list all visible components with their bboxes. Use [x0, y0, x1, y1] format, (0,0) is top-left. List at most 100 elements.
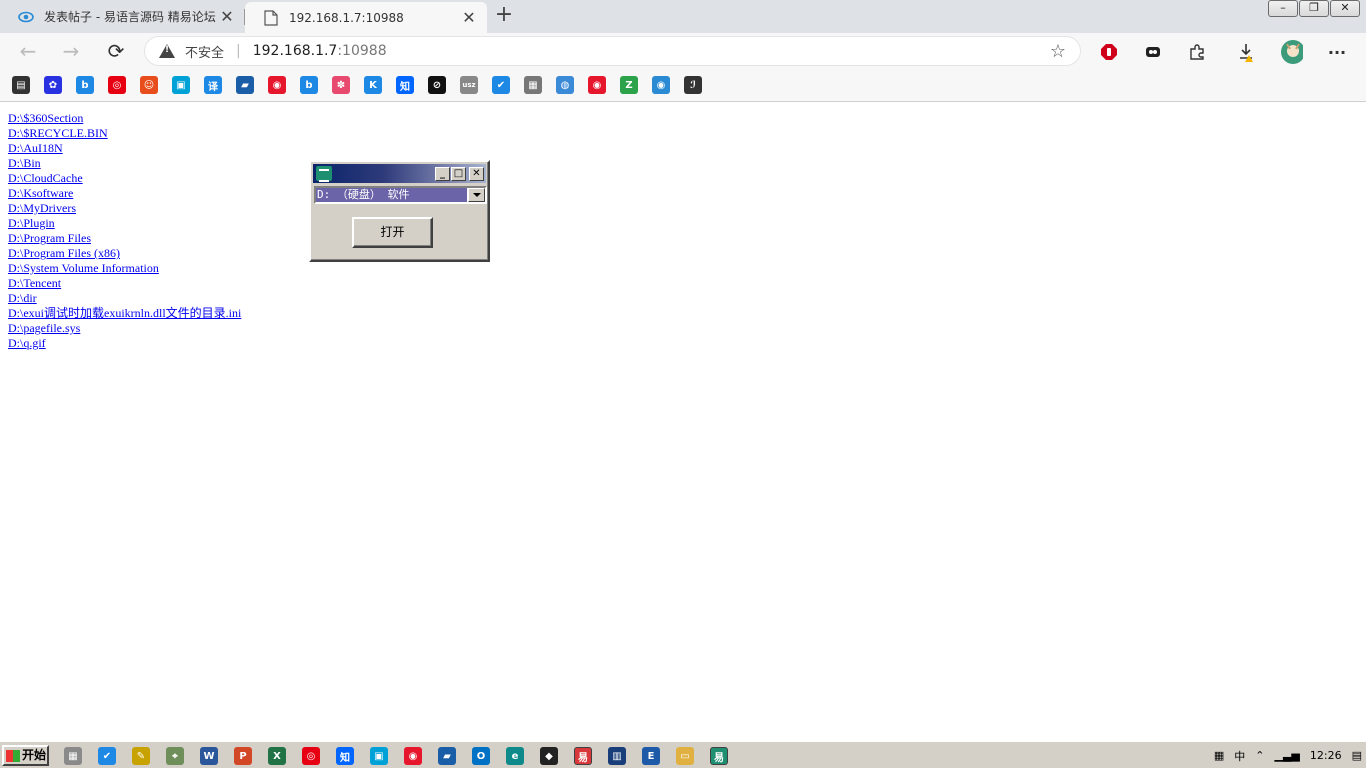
taskbar-bilibili-icon[interactable]: ▣: [370, 747, 388, 765]
ime-icon[interactable]: ▦: [1214, 749, 1224, 762]
restore-button[interactable]: ❐: [1299, 0, 1329, 17]
taskbar-e-icon[interactable]: E: [642, 747, 660, 765]
tab-forum[interactable]: 发表帖子 - 易语言源码 精易论坛 ✕: [0, 0, 245, 33]
taskbar-outlook-icon[interactable]: O: [472, 747, 490, 765]
bookmark-weibo-icon[interactable]: ◉: [268, 76, 286, 94]
url-host: 192.168.1.7: [252, 43, 338, 59]
show-desktop-icon[interactable]: ▤: [1352, 749, 1362, 762]
dialog-minimize-button[interactable]: _: [435, 167, 450, 181]
file-link[interactable]: D:\System Volume Information: [8, 261, 241, 276]
bookmark-apps-icon[interactable]: ▤: [12, 76, 30, 94]
taskbar-edge-icon[interactable]: e: [506, 747, 524, 765]
new-tab-button[interactable]: +: [492, 4, 516, 28]
download-icon[interactable]: [1236, 41, 1258, 63]
bookmark-usz-icon[interactable]: usz: [460, 76, 478, 94]
bookmark-translate-icon[interactable]: 译: [204, 76, 222, 94]
file-link[interactable]: D:\Bin: [8, 156, 241, 171]
tab-title: 发表帖子 - 易语言源码 精易论坛: [44, 10, 216, 24]
taskbar-eyuyan-icon[interactable]: 易: [574, 747, 592, 765]
back-button[interactable]: ←: [15, 38, 41, 64]
bookmark-flower-icon[interactable]: ✽: [332, 76, 350, 94]
file-link[interactable]: D:\MyDrivers: [8, 201, 241, 216]
bookmark-k-icon[interactable]: K: [364, 76, 382, 94]
close-window-button[interactable]: ✕: [1330, 0, 1360, 17]
file-link[interactable]: D:\pagefile.sys: [8, 321, 241, 336]
bookmarks-bar: ▤ ✿ b ◎ ☺ ▣ 译 ▰ ◉ b ✽ K 知 ⊘ usz ✔ ▦ ◍ ◉ Z ◉ ℐ: [0, 69, 1366, 102]
taskbar-word-icon[interactable]: W: [200, 747, 218, 765]
bookmark-bing2-icon[interactable]: b: [300, 76, 318, 94]
taskbar-app-icon[interactable]: 易: [710, 747, 728, 765]
file-link[interactable]: D:\AuI18N: [8, 141, 241, 156]
taskbar-folder-icon[interactable]: ▭: [676, 747, 694, 765]
bookmark-eye-icon[interactable]: ◉: [652, 76, 670, 94]
refresh-button[interactable]: ⟳: [103, 38, 129, 64]
bookmark-bing-icon[interactable]: b: [76, 76, 94, 94]
bookmark-baidu-icon[interactable]: ✿: [44, 76, 62, 94]
bookmark-netease-icon[interactable]: ◎: [108, 76, 126, 94]
taskbar-zhihu-icon[interactable]: 知: [336, 747, 354, 765]
taskbar-excel-icon[interactable]: X: [268, 747, 286, 765]
taskbar-map-icon[interactable]: ⌖: [166, 747, 184, 765]
bookmark-bilibili-icon[interactable]: ▣: [172, 76, 190, 94]
chevron-up-icon[interactable]: ⌃: [1255, 749, 1264, 762]
file-link[interactable]: D:\$RECYCLE.BIN: [8, 126, 241, 141]
browser-tab-strip: 发表帖子 - 易语言源码 精易论坛 ✕ 192.168.1.7:10988 ✕ …: [0, 0, 1366, 33]
tab-local-server[interactable]: 192.168.1.7:10988 ✕: [245, 2, 487, 33]
taskbar-inkscape-icon[interactable]: ◆: [540, 747, 558, 765]
taskbar-check-icon[interactable]: ✔: [98, 747, 116, 765]
bookmark-check-icon[interactable]: ✔: [492, 76, 510, 94]
signal-icon[interactable]: ▁▃▅: [1275, 749, 1300, 762]
file-link[interactable]: D:\Program Files: [8, 231, 241, 246]
more-menu-icon[interactable]: ···: [1326, 41, 1348, 63]
tab-close-icon[interactable]: ✕: [217, 7, 237, 26]
taskbar-docs-icon[interactable]: ▦: [64, 747, 82, 765]
bookmark-noentry-icon[interactable]: ⊘: [428, 76, 446, 94]
clock[interactable]: 12:26: [1310, 749, 1342, 762]
chevron-down-icon[interactable]: [468, 188, 485, 202]
security-label[interactable]: 不安全: [185, 42, 224, 61]
start-button[interactable]: 开始: [2, 745, 49, 766]
favorite-star-icon[interactable]: ☆: [1050, 41, 1066, 62]
windows-flag-icon: [6, 749, 20, 762]
bookmark-script-icon[interactable]: ℐ: [684, 76, 702, 94]
file-link[interactable]: D:\dir: [8, 291, 241, 306]
file-link[interactable]: D:\exui调试时加载exuikrnln.dll文件的目录.ini: [8, 306, 241, 321]
drive-select[interactable]: D: （硬盘） 软件: [314, 186, 487, 204]
file-link[interactable]: D:\q.gif: [8, 336, 241, 351]
profile-avatar[interactable]: [1281, 40, 1303, 64]
bookmark-globe-icon[interactable]: ◍: [556, 76, 574, 94]
taskbar-monitor-icon[interactable]: ▥: [608, 747, 626, 765]
input-method-label[interactable]: 中: [1234, 748, 1245, 764]
taskbar-notepad-icon[interactable]: ✎: [132, 747, 150, 765]
file-link[interactable]: D:\Tencent: [8, 276, 241, 291]
minimize-button[interactable]: –: [1268, 0, 1298, 17]
taskbar-ppt-icon[interactable]: P: [234, 747, 252, 765]
dialog-close-button[interactable]: ✕: [469, 167, 484, 181]
warning-icon: [159, 44, 175, 58]
dialog-maximize-button[interactable]: □: [451, 167, 466, 181]
file-link[interactable]: D:\Program Files (x86): [8, 246, 241, 261]
bookmark-doc-icon[interactable]: ▦: [524, 76, 542, 94]
file-link[interactable]: D:\$360Section: [8, 111, 241, 126]
page-icon: [263, 9, 279, 26]
stop-ext-icon[interactable]: [1098, 41, 1120, 63]
puzzle-icon[interactable]: [1186, 41, 1208, 63]
taskbar-printer-icon[interactable]: ▰: [438, 747, 456, 765]
taskbar-weibo-icon[interactable]: ◉: [404, 747, 422, 765]
address-bar[interactable]: 不安全 | 192.168.1.7:10988 ☆: [144, 36, 1081, 66]
open-button[interactable]: 打开: [352, 217, 433, 248]
bookmark-game-icon[interactable]: ☺: [140, 76, 158, 94]
bookmark-weibo2-icon[interactable]: ◉: [588, 76, 606, 94]
tab-close-icon[interactable]: ✕: [459, 8, 479, 27]
bookmark-z-icon[interactable]: Z: [620, 76, 638, 94]
file-link[interactable]: D:\Plugin: [8, 216, 241, 231]
file-link[interactable]: D:\Ksoftware: [8, 186, 241, 201]
dialog-titlebar[interactable]: _ □ ✕: [313, 164, 486, 183]
tools-ext-icon[interactable]: [1142, 41, 1164, 63]
bookmark-printer-icon[interactable]: ▰: [236, 76, 254, 94]
taskbar-netease-icon[interactable]: ◎: [302, 747, 320, 765]
drive-select-value: D: （硬盘） 软件: [316, 188, 467, 202]
file-link[interactable]: D:\CloudCache: [8, 171, 241, 186]
bookmark-zhihu-icon[interactable]: 知: [396, 76, 414, 94]
forward-button[interactable]: →: [58, 38, 84, 64]
